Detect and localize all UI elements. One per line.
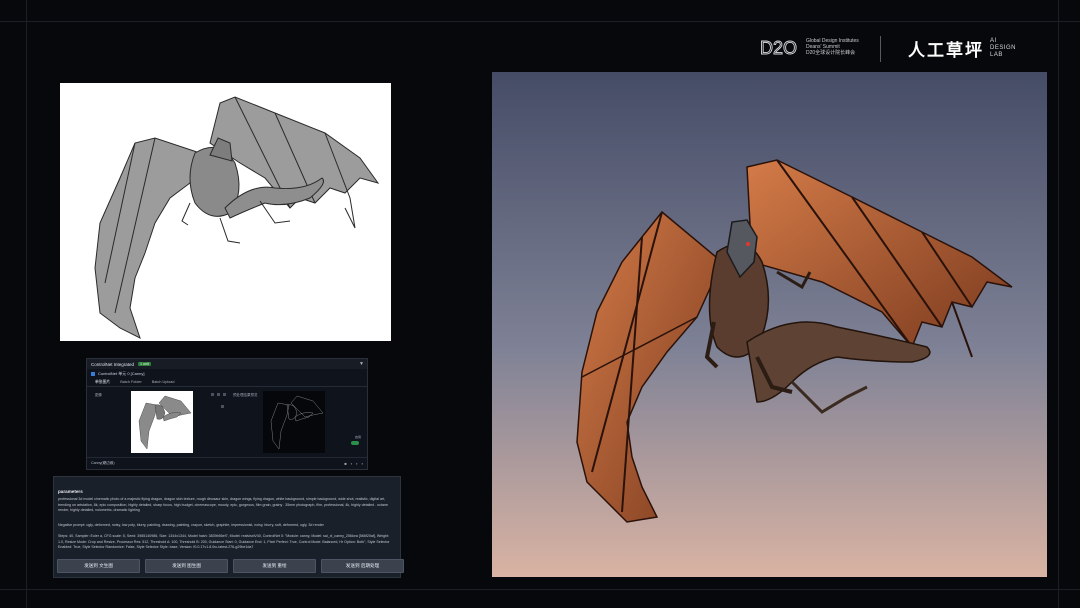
canny-edge-preview [270, 395, 324, 450]
upload-icon[interactable]: ▪ [362, 461, 363, 466]
preview-label: 预处理结果预览 [233, 393, 258, 397]
edit-icon[interactable]: ▪ [351, 461, 352, 466]
positive-prompt[interactable]: professional 3d model cinematic photo of… [58, 497, 394, 514]
controlnet-tabs: 单张图片 Batch Folder Batch Upload [87, 378, 367, 387]
settings-icon[interactable]: ▪ [356, 461, 357, 466]
control-type-text: Canny(硬边缘) [91, 460, 115, 465]
dragon-sketch-illustration [94, 96, 380, 339]
guide-line-bottom [0, 589, 1080, 590]
camera-icon[interactable] [223, 393, 226, 396]
send-to-extras-button[interactable]: 发送到 后期处理 [321, 559, 404, 573]
trash-icon[interactable]: ■ [344, 461, 346, 466]
send-to-img2img-button[interactable]: 发送到 图生图 [145, 559, 228, 573]
dragon-sketch-image [60, 83, 391, 341]
logo-divider [880, 36, 881, 62]
gdi-line-3: D20全球设计院长峰会 [806, 50, 856, 56]
ai-design-lab-logo: 人工草坪 AI DESIGN LAB [908, 36, 1016, 61]
gdi-logo-icon: D2O [760, 38, 797, 57]
preprocessor-preview-image[interactable] [263, 391, 325, 453]
send-to-txt2img-button[interactable]: 发送到 文生图 [57, 559, 140, 573]
dragon-render-illustration [492, 72, 1047, 577]
controlnet-unit-badge: 1 unit [138, 362, 151, 366]
mini-dragon-sketch [138, 395, 192, 450]
lab-sub-2: DESIGN [990, 45, 1017, 51]
generation-settings[interactable]: Steps: 40, Sampler: Euler a, CFG scale: … [58, 534, 394, 551]
lab-sub-3: LAB [990, 52, 1003, 58]
guide-line-left [26, 0, 27, 608]
controlnet-title: ControlNet Integrated [91, 361, 135, 367]
controlnet-header[interactable]: ControlNet Integrated 1 unit ▼ [87, 359, 367, 369]
rendered-dragon-image [492, 72, 1047, 577]
controlnet-footer: Canny(硬边缘) ■ ▪ ▪ ▪ [87, 457, 367, 468]
copy-icon[interactable] [217, 393, 220, 396]
tab-single-image[interactable]: 单张图片 [95, 380, 110, 385]
send-to-buttons: 发送到 文生图 发送到 图生图 发送到 重绘 发送到 后期处理 [57, 559, 404, 573]
parameters-panel: parameters professional 3d model cinemat… [53, 476, 404, 578]
enable-toggle-label: 启用 [354, 435, 361, 439]
lab-sub-1: AI [990, 38, 997, 44]
negative-prompt[interactable]: Negative prompt: ugly, deformed, noisy, … [58, 523, 394, 529]
svg-text:D2O: D2O [760, 38, 797, 57]
tab-batch-upload[interactable]: Batch Upload [152, 380, 175, 384]
footer-icons: ■ ▪ ▪ ▪ [344, 461, 363, 466]
controlnet-input-image[interactable] [131, 391, 193, 453]
guide-line-right [1058, 0, 1059, 608]
unit-enable-checkbox[interactable] [91, 371, 95, 376]
controlnet-image-area: 图像 预处理结果预览 启用 [87, 387, 367, 457]
swap-icon[interactable] [211, 393, 214, 396]
lab-name: 人工草坪 [908, 41, 984, 61]
gdi-logo: D2O Global Design Institutes Deans' Summ… [760, 37, 859, 57]
send-to-inpaint-button[interactable]: 发送到 重绘 [233, 559, 316, 573]
collapse-caret-icon[interactable]: ▼ [359, 361, 364, 367]
controlnet-unit-row[interactable]: ControlNet 单元 0 [Canny] [87, 369, 367, 378]
enable-toggle[interactable] [351, 441, 359, 445]
parameters-title: parameters [58, 489, 83, 494]
controlnet-unit-label: ControlNet 单元 0 [Canny] [98, 370, 145, 376]
guide-line-top [0, 21, 1080, 22]
controlnet-panel: ControlNet Integrated 1 unit ▼ ControlNe… [86, 358, 368, 470]
tab-batch-folder[interactable]: Batch Folder [120, 380, 142, 384]
image-slot-label: 图像 [95, 393, 102, 397]
arrow-icon[interactable] [221, 405, 224, 408]
